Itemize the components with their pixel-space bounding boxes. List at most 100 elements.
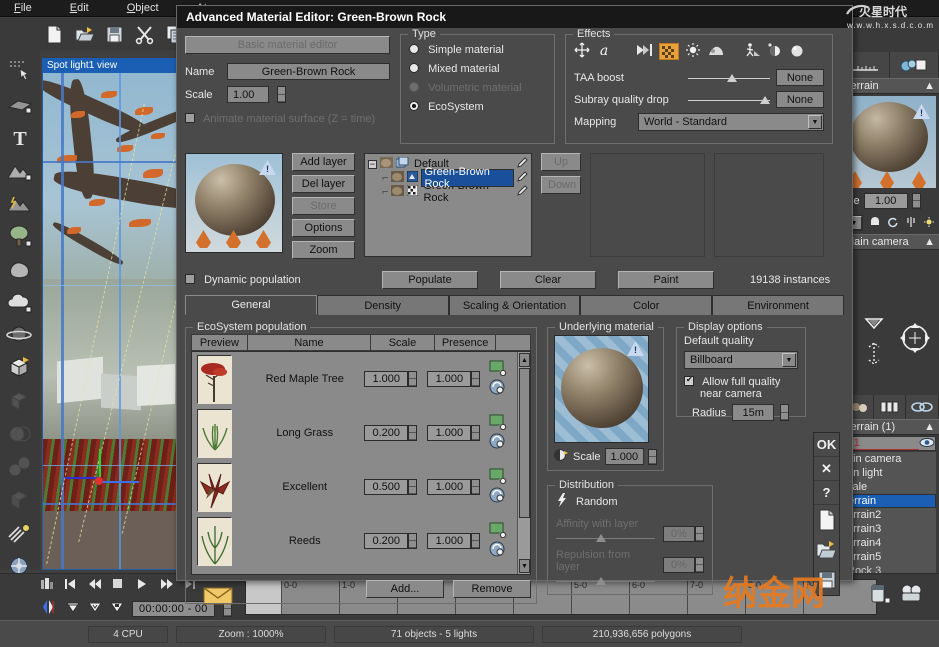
trackball-icon[interactable] <box>863 314 885 339</box>
move-crosshair-icon[interactable] <box>574 42 590 61</box>
mountain-fractal-icon[interactable] <box>6 189 34 217</box>
allow-full-quality-checkbox[interactable] <box>684 376 694 386</box>
terrain-preview[interactable]: ! <box>844 96 936 188</box>
filter2-icon[interactable] <box>88 601 102 617</box>
tab-color[interactable]: Color <box>580 295 713 315</box>
right-panel-section-main-camera[interactable]: Main camera ▲ <box>841 234 939 250</box>
paint-button[interactable]: Paint <box>618 271 714 289</box>
dynamic-population-checkbox[interactable] <box>185 274 195 284</box>
tab-density[interactable]: Density <box>316 295 449 315</box>
light-small-icon[interactable] <box>923 216 935 231</box>
underlying-scale-field[interactable]: 1.000 <box>604 448 645 465</box>
taa-boost-slider[interactable] <box>688 73 770 83</box>
fast-forward-icon[interactable] <box>160 578 173 590</box>
expand-collapse-icon[interactable]: − <box>368 159 377 169</box>
viewport-canvas[interactable] <box>42 58 177 570</box>
row-presence-stepper[interactable] <box>471 533 481 549</box>
radius-stepper[interactable] <box>780 404 790 421</box>
radio-indicator[interactable] <box>409 101 419 111</box>
menu-item-object[interactable]: Object <box>127 2 159 14</box>
subray-value[interactable]: None <box>776 91 824 108</box>
list-item[interactable]: cale <box>844 480 936 494</box>
list-item[interactable]: errain3 <box>844 522 936 536</box>
chevron-down-icon[interactable]: ▼ <box>782 353 796 367</box>
clear-button[interactable]: Clear <box>500 271 596 289</box>
radius-field[interactable]: 15m <box>732 404 775 421</box>
basic-material-editor-button[interactable]: Basic material editor <box>185 36 390 54</box>
layers-icon[interactable] <box>874 395 907 419</box>
mask-icon[interactable] <box>869 216 881 231</box>
row-presence-stepper[interactable] <box>471 425 481 441</box>
ok-button[interactable]: OK <box>814 433 839 457</box>
alpha-a-icon[interactable]: a <box>596 42 612 61</box>
scale-stepper[interactable] <box>911 193 921 209</box>
pan-icon[interactable] <box>865 342 883 369</box>
zoom-button[interactable]: Zoom <box>292 241 355 259</box>
text-icon[interactable]: T <box>6 123 34 151</box>
row-scale-field[interactable]: 0.200 <box>364 533 409 549</box>
layer-name-field[interactable]: r 1 <box>845 437 919 450</box>
scissors-icon[interactable] <box>134 24 155 45</box>
radio-indicator[interactable] <box>409 63 419 73</box>
checker-swatch-icon[interactable] <box>659 43 679 60</box>
row-scale-stepper[interactable] <box>408 533 418 549</box>
cancel-button[interactable]: ✕ <box>814 457 839 481</box>
cloud-icon[interactable] <box>6 288 34 316</box>
save-disk-icon[interactable] <box>104 24 125 45</box>
orbit-icon[interactable] <box>897 320 933 359</box>
open-folder-icon[interactable] <box>74 24 95 45</box>
row-scale-stepper[interactable] <box>408 371 418 387</box>
material-preview[interactable]: ! <box>185 153 283 253</box>
material-ball-icon[interactable] <box>554 448 569 465</box>
eye-icon[interactable] <box>919 437 935 451</box>
excellent-plant-thumbnail[interactable] <box>197 463 232 512</box>
tab-scaling-orientation[interactable]: Scaling & Orientation <box>448 295 581 315</box>
add-button[interactable]: Add... <box>366 580 444 598</box>
scroll-down-button[interactable]: ▼ <box>519 559 530 573</box>
radio-simple-material[interactable]: Simple material <box>409 44 546 56</box>
mountain-icon[interactable] <box>6 156 34 184</box>
row-presence-field[interactable]: 1.000 <box>427 533 472 549</box>
row-scale-field[interactable]: 1.000 <box>364 371 409 387</box>
list-item[interactable]: errain5 <box>844 550 936 564</box>
subray-slider[interactable] <box>688 95 771 105</box>
scale-stepper[interactable] <box>277 86 286 103</box>
rock-icon[interactable] <box>6 255 34 283</box>
add-layer-button[interactable]: Add layer <box>292 153 355 171</box>
select-icon[interactable] <box>6 57 34 85</box>
row-scale-field[interactable]: 0.200 <box>364 425 409 441</box>
reeds-thumbnail[interactable] <box>197 517 232 566</box>
help-button[interactable]: ? <box>814 481 839 505</box>
play-icon[interactable] <box>136 578 149 590</box>
population-scrollbar[interactable]: ▲ ▼ <box>517 352 530 574</box>
cube-icon[interactable] <box>6 354 34 382</box>
remove-button[interactable]: Remove <box>453 580 531 598</box>
render-icon[interactable] <box>869 582 895 609</box>
person-shadow-icon[interactable] <box>745 42 761 61</box>
replace-object-icon[interactable] <box>489 541 520 560</box>
taa-boost-value[interactable]: None <box>776 69 824 86</box>
edit-object-icon[interactable] <box>489 360 520 379</box>
camera-render-icon[interactable] <box>899 582 925 609</box>
collapse-triangle-icon[interactable]: ▲ <box>924 80 935 92</box>
del-layer-button[interactable]: Del layer <box>292 175 355 193</box>
list-item-selected[interactable]: errain <box>844 494 936 508</box>
edit-pencil-icon[interactable] <box>517 157 528 171</box>
radio-indicator[interactable] <box>409 44 419 54</box>
animate-checkbox[interactable] <box>185 113 195 123</box>
edit-pencil-icon[interactable] <box>517 185 528 199</box>
object-list[interactable]: ain camera un light cale errain errain2 … <box>844 452 936 578</box>
tab-general[interactable]: General <box>185 295 317 315</box>
chevron-down-icon[interactable]: ▼ <box>808 115 822 129</box>
rewind-icon[interactable] <box>88 578 101 590</box>
replace-object-icon[interactable] <box>489 379 520 398</box>
stop-icon[interactable] <box>112 578 125 590</box>
replace-object-icon[interactable] <box>489 433 520 452</box>
open-folder-icon[interactable] <box>814 535 839 565</box>
animate-material-surface-row[interactable]: Animate material surface (Z = time) <box>185 113 390 125</box>
list-item[interactable]: un light <box>844 466 936 480</box>
links-icon[interactable] <box>906 395 939 419</box>
new-document-icon[interactable] <box>44 24 65 45</box>
keyframe-icon[interactable] <box>40 578 53 590</box>
options-button[interactable]: Options <box>292 219 355 237</box>
